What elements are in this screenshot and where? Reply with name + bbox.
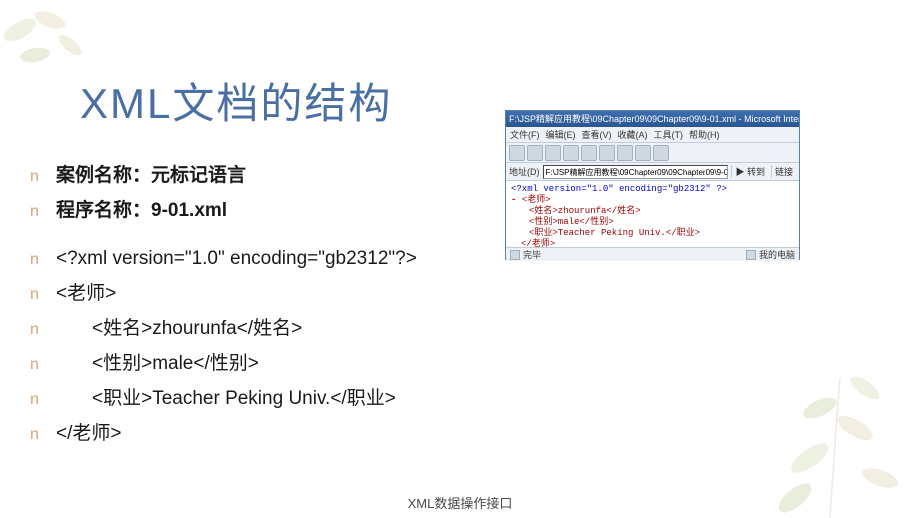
program-name-label: 程序名称： bbox=[56, 200, 151, 221]
search-icon[interactable] bbox=[599, 145, 615, 161]
page-title: XML文档的结构 bbox=[80, 70, 392, 131]
footer-text: XML数据操作接口 bbox=[0, 493, 920, 512]
media-icon[interactable] bbox=[635, 145, 651, 161]
code-line-4: <性别>male</性别> bbox=[56, 348, 259, 375]
menu-edit[interactable]: 编辑(E) bbox=[546, 127, 576, 142]
code-line-5: <职业>Teacher Peking Univ.</职业> bbox=[56, 383, 396, 410]
menu-view[interactable]: 查看(V) bbox=[582, 127, 612, 142]
menu-help[interactable]: 帮助(H) bbox=[689, 127, 720, 142]
history-icon[interactable] bbox=[653, 145, 669, 161]
favorites-icon[interactable] bbox=[617, 145, 633, 161]
home-icon[interactable] bbox=[581, 145, 597, 161]
bullet-icon: n bbox=[30, 286, 56, 304]
code-line-3: <姓名>zhourunfa</姓名> bbox=[56, 313, 302, 340]
bullet-icon: n bbox=[30, 391, 56, 409]
refresh-icon[interactable] bbox=[563, 145, 579, 161]
bullet-icon: n bbox=[30, 356, 56, 374]
browser-menubar: 文件(F) 编辑(E) 查看(V) 收藏(A) 工具(T) 帮助(H) bbox=[506, 127, 799, 143]
back-icon[interactable] bbox=[509, 145, 525, 161]
code-line-1: <?xml version="1.0" encoding="gb2312"?> bbox=[56, 248, 417, 270]
bullet-icon: n bbox=[30, 203, 56, 221]
forward-icon[interactable] bbox=[527, 145, 543, 161]
browser-titlebar: F:\JSP精解应用教程\09Chapter09\09Chapter09\9-0… bbox=[506, 111, 799, 127]
stop-icon[interactable] bbox=[545, 145, 561, 161]
slide-content: n 案例名称：元标记语言 n 程序名称：9-01.xml n <?xml ver… bbox=[30, 160, 890, 453]
browser-title-text: F:\JSP精解应用教程\09Chapter09\09Chapter09\9-0… bbox=[509, 111, 799, 127]
code-line-2: <老师> bbox=[56, 278, 116, 305]
menu-tools[interactable]: 工具(T) bbox=[654, 127, 684, 142]
menu-favorites[interactable]: 收藏(A) bbox=[618, 127, 648, 142]
bullet-icon: n bbox=[30, 168, 56, 186]
bullet-icon: n bbox=[30, 426, 56, 444]
bullet-icon: n bbox=[30, 251, 56, 269]
program-file: 9-01.xml bbox=[151, 200, 227, 221]
case-name-label: 案例名称：元标记语言 bbox=[56, 160, 246, 187]
bullet-icon: n bbox=[30, 321, 56, 339]
code-line-6: </老师> bbox=[56, 418, 121, 445]
menu-file[interactable]: 文件(F) bbox=[510, 127, 540, 142]
